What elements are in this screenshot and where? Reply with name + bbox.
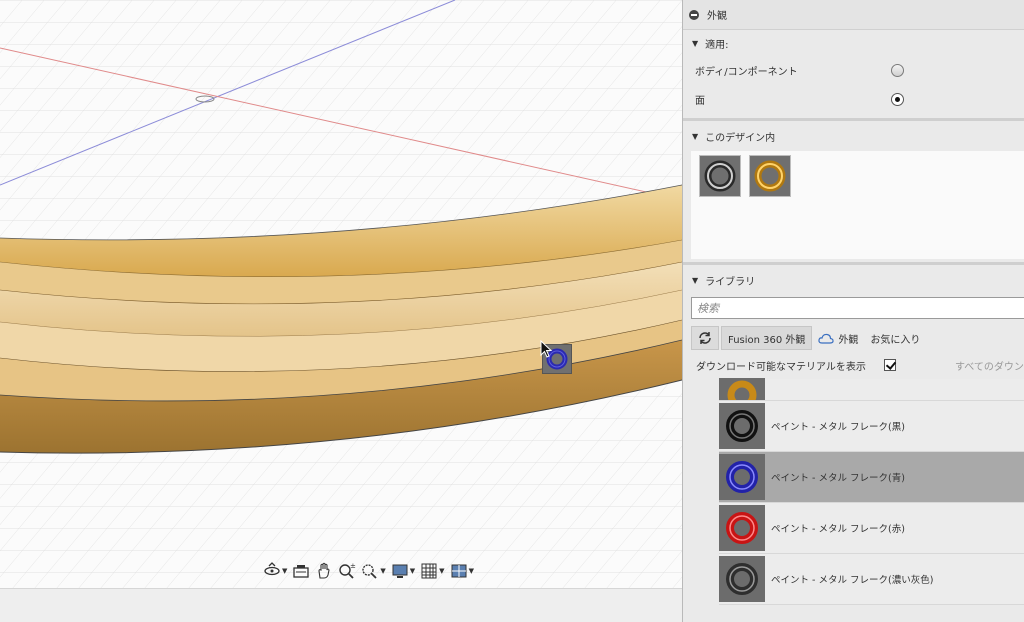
orbit-icon xyxy=(264,562,280,576)
tab-label: お気に入り xyxy=(870,334,921,346)
tab-cloud-appearance[interactable]: 外観 xyxy=(812,326,864,350)
panel-header[interactable]: 外観 xyxy=(683,0,1024,30)
refresh-button[interactable] xyxy=(691,326,719,350)
chrome-swatch[interactable] xyxy=(699,155,741,197)
triangle-down-icon: ▼ xyxy=(692,131,699,141)
navigation-toolbar: ▼ ± ▼ ▼ ▼ ▼ xyxy=(262,560,475,582)
material-thumbnail xyxy=(719,403,765,449)
apply-option-face[interactable]: 面 xyxy=(683,85,1024,114)
zoom-icon: ± xyxy=(339,562,356,579)
hand-pan-button[interactable] xyxy=(314,561,334,581)
red-torus-icon xyxy=(726,512,758,544)
triangle-down-icon: ▼ xyxy=(692,275,699,285)
tab-fusion360-appearance[interactable]: Fusion 360 外観 xyxy=(721,326,813,350)
tab-label: Fusion 360 外観 xyxy=(728,334,806,346)
download-label: ダウンロード可能なマテリアルを表示 xyxy=(696,361,866,373)
display-settings-icon xyxy=(392,564,408,578)
svg-text:±: ± xyxy=(350,562,356,570)
show-downloadable-checkbox[interactable] xyxy=(883,359,896,371)
apply-option-label: 面 xyxy=(695,96,705,107)
material-list: ペイント - メタル フレーク(黒) ペイント - メタル フレーク(青) ペイ… xyxy=(719,378,1024,605)
chrome-torus-icon xyxy=(704,160,736,192)
all-downloads-link[interactable]: すべてのダウン xyxy=(955,358,1024,373)
canvas-viewport[interactable]: ▼ ± ▼ ▼ ▼ ▼ xyxy=(0,0,682,622)
triangle-down-icon: ▼ xyxy=(692,38,699,48)
list-item[interactable]: ペイント - メタル フレーク(黒) xyxy=(719,401,1024,452)
material-thumbnail xyxy=(719,454,765,500)
black-torus-icon xyxy=(726,410,758,442)
material-label: ペイント - メタル フレーク(濃い灰色) xyxy=(771,575,934,586)
viewports-button[interactable]: ▼ xyxy=(449,561,475,581)
face-radio[interactable] xyxy=(891,93,904,106)
display-settings-button[interactable]: ▼ xyxy=(390,561,416,581)
cloud-icon xyxy=(818,333,835,344)
fit-zoom-icon xyxy=(362,564,378,579)
library-section-header[interactable]: ▼ ライブラリ xyxy=(683,265,1024,295)
gold-torus-icon xyxy=(727,380,757,400)
tab-favorites[interactable]: お気に入り xyxy=(864,326,926,350)
tab-label: 外観 xyxy=(838,334,859,346)
zoom-button[interactable]: ± xyxy=(337,561,357,581)
design-scene[interactable] xyxy=(0,0,682,622)
list-item[interactable]: ペイント - メタル フレーク(青) xyxy=(719,452,1024,503)
list-item[interactable]: ペイント - メタル フレーク(濃い灰色) xyxy=(719,554,1024,605)
refresh-icon xyxy=(699,332,711,344)
grid-icon xyxy=(421,563,437,579)
apply-heading: 適用: xyxy=(705,39,729,51)
panel-title: 外観 xyxy=(707,11,727,22)
appearance-panel: 外観 ▼ 適用: ボディ/コンポーネント 面 ▼ このデザイン内 ▼ ライブラリ… xyxy=(682,0,1024,622)
fit-zoom-button[interactable]: ▼ xyxy=(360,561,386,581)
design-section-header[interactable]: ▼ このデザイン内 xyxy=(683,121,1024,151)
pan-camera-button[interactable] xyxy=(291,561,311,581)
orbit-button[interactable]: ▼ xyxy=(262,561,288,581)
body-component-radio[interactable] xyxy=(891,64,904,77)
dark-gray-torus-icon xyxy=(726,563,758,595)
pan-camera-icon xyxy=(293,565,310,578)
material-label: ペイント - メタル フレーク(黒) xyxy=(771,422,905,433)
collapse-icon[interactable] xyxy=(689,9,699,20)
apply-section-header[interactable]: ▼ 適用: xyxy=(683,30,1024,56)
viewports-icon xyxy=(451,564,467,578)
material-label: ペイント - メタル フレーク(青) xyxy=(771,473,905,484)
material-thumbnail xyxy=(719,556,765,602)
mouse-cursor-icon xyxy=(540,340,553,358)
design-heading: このデザイン内 xyxy=(705,132,776,144)
hand-pan-icon xyxy=(318,562,330,579)
search-placeholder: 検索 xyxy=(697,302,719,315)
blue-torus-icon xyxy=(726,461,758,493)
apply-option-body[interactable]: ボディ/コンポーネント xyxy=(683,56,1024,85)
library-source-tabs: Fusion 360 外観 外観 お気に入り xyxy=(691,325,1024,351)
list-item[interactable] xyxy=(719,378,1024,401)
gold-torus-icon xyxy=(754,160,786,192)
material-label: ペイント - メタル フレーク(赤) xyxy=(771,524,905,535)
list-item[interactable]: ペイント - メタル フレーク(赤) xyxy=(719,503,1024,554)
library-search-input[interactable]: 検索 xyxy=(691,297,1024,319)
download-option-row: ダウンロード可能なマテリアルを表示 すべてのダウン xyxy=(683,351,1024,379)
material-thumbnail xyxy=(719,505,765,551)
gold-swatch[interactable] xyxy=(749,155,791,197)
status-strip xyxy=(0,588,682,622)
library-heading: ライブラリ xyxy=(705,276,756,288)
design-materials-area xyxy=(691,151,1024,259)
grid-settings-button[interactable]: ▼ xyxy=(419,561,445,581)
apply-option-label: ボディ/コンポーネント xyxy=(695,67,798,78)
material-thumbnail xyxy=(719,378,765,400)
